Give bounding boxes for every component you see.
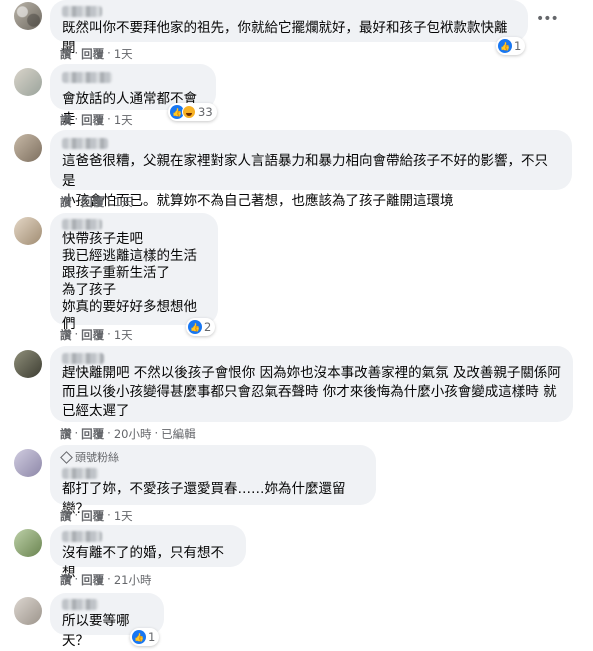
commenter-name-blurred[interactable]: [62, 6, 102, 17]
timestamp[interactable]: 1天: [114, 327, 133, 343]
reply-link[interactable]: 回覆: [81, 112, 104, 128]
diamond-icon: [60, 450, 73, 464]
timestamp[interactable]: 1天: [114, 194, 133, 210]
reply-link[interactable]: 回覆: [81, 194, 104, 210]
commenter-name-blurred[interactable]: [62, 599, 98, 610]
reaction-count[interactable]: 👍 1: [130, 628, 160, 646]
reply-link[interactable]: 回覆: [81, 426, 104, 442]
like-icon: 👍: [498, 39, 512, 53]
comment-bubble: 這爸爸很糟，父親在家裡對家人言語暴力和暴力相向會帶給孩子不好的影響，不只是 小孩…: [50, 130, 572, 209]
comment-meta: 讚 · 回覆 · 21小時: [60, 572, 152, 588]
comment-bubble: 沒有離不了的婚，只有想不想: [50, 525, 246, 581]
comment-meta: 讚 · 回覆 · 20小時 · 已編輯: [60, 426, 196, 442]
timestamp[interactable]: 1天: [114, 508, 133, 524]
like-link[interactable]: 讚: [60, 46, 72, 62]
timestamp[interactable]: 20小時: [114, 426, 152, 442]
like-link[interactable]: 讚: [60, 194, 72, 210]
comment-meta: 讚 · 回覆 · 1天: [60, 508, 133, 524]
commenter-name-blurred[interactable]: [62, 138, 108, 149]
commenter-name-blurred[interactable]: [62, 353, 104, 364]
like-link[interactable]: 讚: [60, 508, 72, 524]
comment-text: 快帶孩子走吧 我已經逃離這樣的生活 跟孩子重新生活了 為了孩子 妳真的要好好多想…: [62, 231, 197, 332]
commenter-name-blurred[interactable]: [62, 468, 98, 479]
comment-bubble: 頭號粉絲 都打了妳，不愛孩子還愛買春……妳為什麼還留戀？: [50, 445, 376, 517]
like-link[interactable]: 讚: [60, 327, 72, 343]
avatar[interactable]: [14, 350, 42, 378]
avatar[interactable]: [14, 597, 42, 625]
comment-bubble: 快帶孩子走吧 我已經逃離這樣的生活 跟孩子重新生活了 為了孩子 妳真的要好好多想…: [50, 213, 218, 332]
like-link[interactable]: 讚: [60, 426, 72, 442]
edited-label[interactable]: 已編輯: [161, 426, 196, 442]
commenter-name-blurred[interactable]: [62, 72, 112, 83]
comment-meta: 讚 · 回覆 · 1天: [60, 112, 133, 128]
avatar[interactable]: [14, 68, 42, 96]
haha-icon: [182, 105, 196, 119]
like-icon: 👍: [188, 320, 202, 334]
comment-text: 這爸爸很糟，父親在家裡對家人言語暴力和暴力相向會帶給孩子不好的影響，不只是 小孩…: [62, 153, 548, 209]
like-link[interactable]: 讚: [60, 112, 72, 128]
comment-bubble: 趕快離開吧 不然以後孩子會恨你 因為妳也沒本事改善家裡的氣氛 及改善親子關係阿 …: [50, 346, 573, 422]
like-link[interactable]: 讚: [60, 572, 72, 588]
reaction-count[interactable]: 👍 1: [496, 37, 526, 55]
avatar[interactable]: [14, 529, 42, 557]
commenter-name-blurred[interactable]: [62, 219, 102, 230]
timestamp[interactable]: 1天: [114, 46, 133, 62]
avatar[interactable]: [14, 449, 42, 477]
comment-meta: 讚 · 回覆 · 1天: [60, 46, 133, 62]
like-icon: 👍: [132, 630, 146, 644]
more-options-icon[interactable]: •••: [536, 12, 559, 28]
timestamp[interactable]: 1天: [114, 112, 133, 128]
top-fan-badge[interactable]: 頭號粉絲: [60, 449, 364, 465]
comment-meta: 讚 · 回覆 · 1天: [60, 194, 133, 210]
commenter-name-blurred[interactable]: [62, 531, 102, 542]
reaction-count[interactable]: 👍 33: [168, 103, 217, 121]
reply-link[interactable]: 回覆: [81, 572, 104, 588]
avatar[interactable]: [14, 134, 42, 162]
avatar[interactable]: [14, 217, 42, 245]
avatar[interactable]: [14, 2, 42, 30]
reply-link[interactable]: 回覆: [81, 46, 104, 62]
reply-link[interactable]: 回覆: [81, 508, 104, 524]
comment-meta: 讚 · 回覆 · 1天: [60, 327, 133, 343]
comment-bubble: 既然叫你不要拜他家的祖先，你就給它擺爛就好，最好和孩子包袱款款快離開: [50, 0, 528, 56]
reply-link[interactable]: 回覆: [81, 327, 104, 343]
timestamp[interactable]: 21小時: [114, 572, 152, 588]
comment-text: 趕快離開吧 不然以後孩子會恨你 因為妳也沒本事改善家裡的氣氛 及改善親子關係阿 …: [62, 365, 561, 419]
reaction-count[interactable]: 👍 2: [186, 318, 216, 336]
